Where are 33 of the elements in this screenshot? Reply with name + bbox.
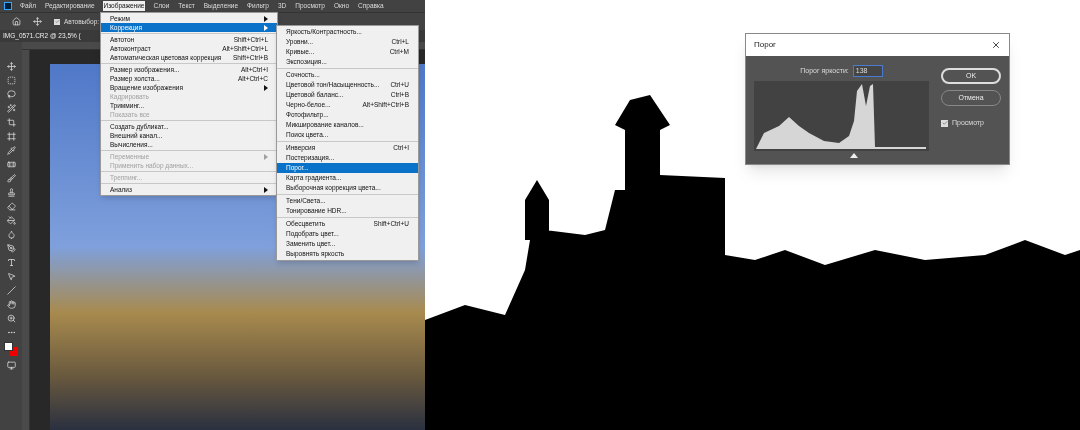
lasso-icon[interactable] <box>6 90 16 99</box>
eraser-icon[interactable] <box>6 202 16 211</box>
color-swatches-drawing[interactable] <box>4 342 18 356</box>
slider-triangle-icon[interactable] <box>850 153 858 158</box>
brush-icon[interactable] <box>6 174 16 183</box>
marquee-icon[interactable] <box>6 76 16 85</box>
line-icon[interactable] <box>6 286 16 295</box>
crop-icon[interactable] <box>6 118 16 127</box>
move-icon[interactable] <box>6 62 16 71</box>
zoom-icon[interactable] <box>6 314 16 323</box>
preview-checkbox[interactable] <box>941 119 948 127</box>
stamp-icon[interactable] <box>6 188 16 197</box>
bandage-icon[interactable] <box>6 160 16 169</box>
app-logo-icon <box>4 2 12 10</box>
paint-bucket-icon[interactable] <box>6 216 16 225</box>
frame-icon[interactable] <box>6 132 16 141</box>
screen-mode-icon[interactable] <box>6 361 16 370</box>
move-icon[interactable] <box>33 17 42 26</box>
type-icon[interactable] <box>6 258 16 267</box>
droplet-icon[interactable] <box>6 230 16 239</box>
hand-icon[interactable] <box>6 300 16 309</box>
eyedropper-icon[interactable] <box>6 146 16 155</box>
wand-icon[interactable] <box>6 104 16 113</box>
pen-icon[interactable] <box>6 244 16 253</box>
autoselect-checkbox[interactable] <box>54 18 60 25</box>
submenu-arrow-icon <box>264 153 268 160</box>
close-icon[interactable] <box>991 40 1001 50</box>
submenu-arrow-icon <box>264 84 268 91</box>
home-icon[interactable] <box>12 17 21 26</box>
dialog-title: Порог <box>754 39 776 51</box>
submenu-arrow-icon <box>264 186 268 193</box>
more-icon[interactable] <box>6 328 16 337</box>
pointer-icon[interactable] <box>6 272 16 281</box>
